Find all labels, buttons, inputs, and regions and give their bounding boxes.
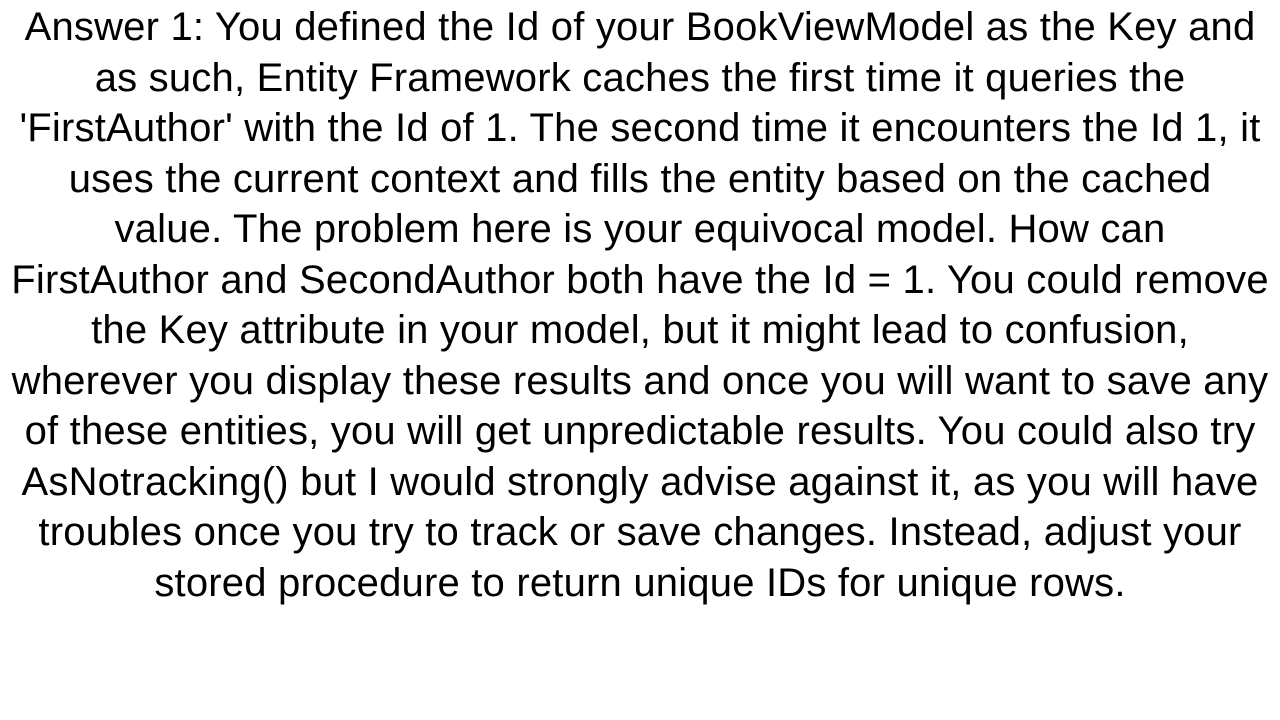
document-page: Answer 1: You defined the Id of your Boo… <box>0 0 1280 720</box>
answer-body-text: Answer 1: You defined the Id of your Boo… <box>10 0 1270 608</box>
